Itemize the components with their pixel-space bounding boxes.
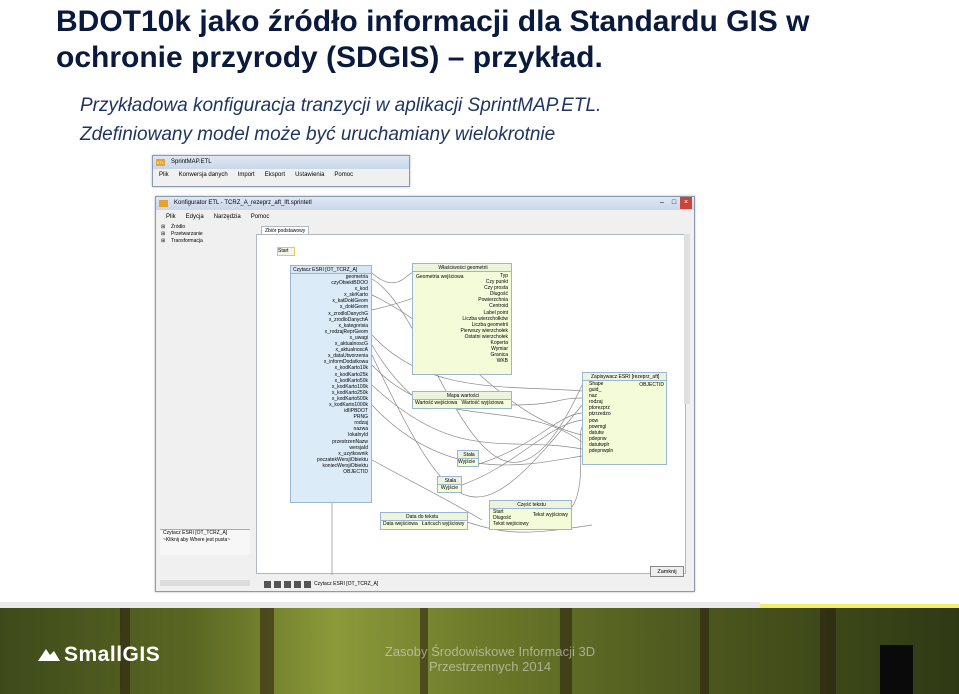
etl-app-icon: ETL [156,159,165,166]
geometry-field-list: Typ Czy punkt Czy prosta Długość Powierzchni… [413,273,511,364]
etl-config-icon [159,200,168,207]
step-icon[interactable] [274,580,281,588]
cfg-menu-edycja[interactable]: Edycja [186,212,204,223]
geometry-input-label: Geometria wejściowa [416,274,464,280]
footer-text: Zasoby Środowiskowe Informacji 3D Przest… [384,644,596,674]
constant-block-2[interactable]: Stała Wyjście [437,476,462,493]
configurator-title: Konfigurator ETL - TCRZ_A_rezeprz_aft_lf… [174,200,312,206]
close-icon[interactable]: × [680,197,692,209]
writer-field-list: Shape guid_ naz rodzaj ptorezprz ptzrzedzo pow… [583,381,666,454]
properties-where[interactable]: ~Kliknij aby Where jest pusta~ [163,537,250,544]
sprintmap-menubar: Plik Konwersja danych Import Eksport Ust… [153,169,409,181]
status-current-node: Czytacz ESRI [OT_TCRZ_A] [314,581,379,587]
text-part-input: Tekst wejściowy [493,521,529,528]
constant-1-output: Wyjście [458,459,476,465]
writer-block[interactable]: Zapisywacz ESRI [rezeprz_aft] OBJECTID S… [582,372,667,465]
tree-item-przetwarzanie[interactable]: Przetwarzanie [161,231,251,238]
slide-subtitle-line1: Przykładowa konfiguracja tranzycji w apl… [80,95,602,116]
configurator-window: Konfigurator ETL - TCRZ_A_rezeprz_aft_lf… [155,196,695,592]
model-canvas[interactable]: Start Czytacz ESRI [OT_TCRZ_A] geometria… [256,234,686,575]
menu-import[interactable]: Import [238,169,255,181]
menu-ustawienia[interactable]: Ustawienia [295,169,324,181]
writer-field: pdepnwpln [589,448,614,455]
footer-black-box [880,645,913,694]
geometry-field: WKB [496,358,508,365]
constant-2-title: Stała [438,477,461,485]
reader-field-list: geometria czyObiektBDOO x_kod x_skrKarto x_k… [291,274,371,475]
reader-block-title: Czytacz ESRI [OT_TCRZ_A] [291,266,371,274]
reader-field: OBJECTID [343,469,368,475]
minimize-icon[interactable]: – [656,197,668,209]
smallgis-logo-icon [38,643,60,661]
value-map-row: Wartość wejściowa Wartość wyjściowa [415,400,504,406]
slide-title: BDOT10k jako źródło informacji dla Stand… [56,5,810,74]
pause-icon[interactable] [284,580,291,588]
menu-konwersja[interactable]: Konwersja danych [179,169,228,181]
properties-panel: Czytacz ESRI [OT_TCRZ_A] ~Kliknij aby Wh… [160,529,250,555]
writer-objectid: OBJECTID [639,382,664,388]
geometry-properties-block[interactable]: Właściwości geometrii Geometria wejściow… [412,263,512,375]
run-icon[interactable] [304,580,311,588]
play-icon[interactable] [264,580,271,588]
slide-subtitle-line2: Zdefiniowany model może być uruchamiany … [80,124,556,145]
value-map-block[interactable]: Mapa wartości Wartość wejściowa Wartość … [412,391,512,409]
configurator-menubar: Plik Edycja Narzędzia Pomoc [156,212,696,223]
properties-item: Czytacz ESRI [OT_TCRZ_A] [163,530,228,536]
panel-horizontal-scrollbar[interactable] [160,580,250,586]
maximize-icon[interactable]: □ [668,197,680,209]
cfg-menu-pomoc[interactable]: Pomoc [251,212,270,223]
constant-2-output: Wyjście [440,485,458,491]
tree-item-zrodlo[interactable]: Źródło [161,224,251,231]
menu-plik[interactable]: Plik [159,169,169,181]
text-part-output: Tekst wyjściowy [532,512,568,518]
geometry-block-title: Właściwości geometrii [413,264,511,272]
menu-pomoc[interactable]: Pomoc [334,169,353,181]
zamknij-button[interactable]: Zamknij [650,566,684,577]
sprintmap-title: SprintMAP.ETL [171,159,212,165]
menu-eksport[interactable]: Eksport [265,169,285,181]
text-part-block[interactable]: Część tekstu Tekst wyjściowy Start Długo… [489,500,572,530]
stop-icon[interactable] [294,580,301,588]
constant-block-1[interactable]: Stała Wyjście [457,450,479,467]
sprintmap-window: ETL SprintMAP.ETL Plik Konwersja danych … [152,155,410,187]
component-tree: Źródło Przetwarzanie Transformacja [161,224,251,256]
reader-block[interactable]: Czytacz ESRI [OT_TCRZ_A] geometria czyObi… [290,265,372,503]
smallgis-logo-text: SmallGIS [64,643,161,666]
playback-toolbar: Czytacz ESRI [OT_TCRZ_A] [264,579,424,589]
writer-block-title: Zapisywacz ESRI [rezeprz_aft] [583,373,666,381]
tree-item-transformacja[interactable]: Transformacja [161,238,251,245]
constant-1-title: Stała [458,451,478,459]
sprintmap-titlebar: ETL SprintMAP.ETL [153,156,409,169]
configurator-titlebar: Konfigurator ETL - TCRZ_A_rezeprz_aft_lf… [156,197,694,210]
date-to-text-block[interactable]: Data do tekstu Data wejściowa Łańcuch wy… [380,512,468,530]
date-to-text-row: Data wejściowa Łańcuch wyjściowy [383,521,465,527]
smallgis-logo: SmallGIS [38,643,160,667]
date-to-text-title: Data do tekstu [381,513,467,521]
text-part-title: Część tekstu [490,501,571,509]
cfg-menu-plik[interactable]: Plik [166,212,176,223]
start-label: Start [278,248,289,254]
cfg-menu-narzedzia[interactable]: Narzędzia [214,212,241,223]
value-map-title: Mapa wartości [413,392,511,400]
start-node[interactable]: Start [277,247,295,256]
canvas-vertical-scrollbar[interactable] [684,234,690,404]
